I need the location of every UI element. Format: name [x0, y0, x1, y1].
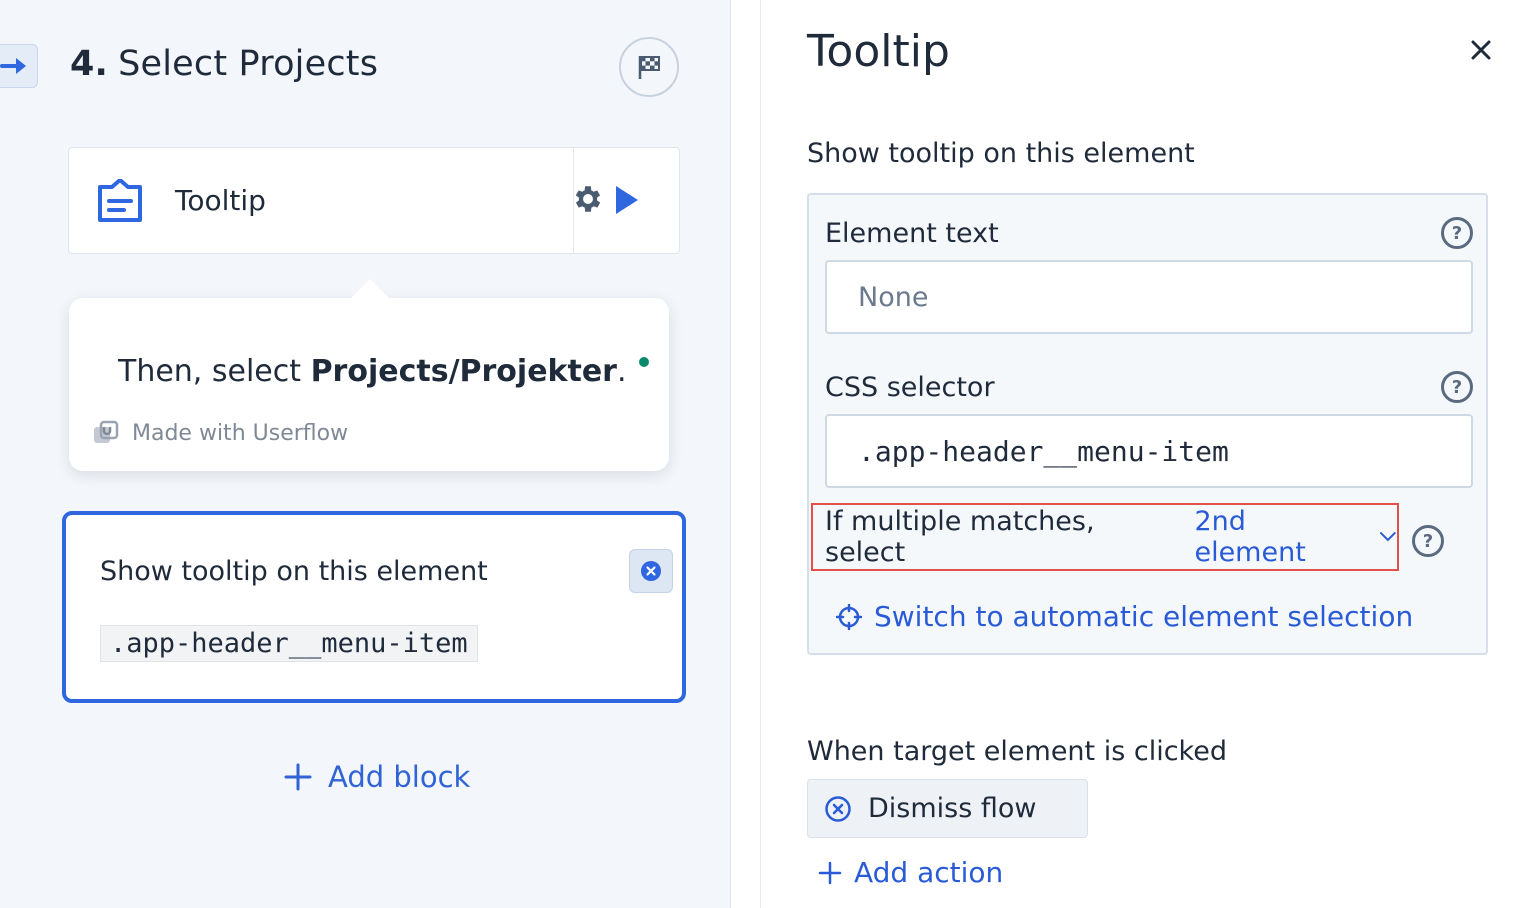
- close-circle-icon: [641, 561, 661, 581]
- close-icon[interactable]: [1467, 36, 1495, 64]
- dismiss-flow-action[interactable]: Dismiss flow: [807, 779, 1088, 838]
- panel-subtitle: Show tooltip on this element: [807, 138, 1195, 169]
- step-connector-tab[interactable]: [0, 44, 38, 88]
- multiple-matches-value: 2nd element: [1194, 506, 1306, 568]
- gear-icon[interactable]: [571, 182, 605, 216]
- tooltip-preview: Then, select Projects/Projekter. Made wi…: [69, 279, 669, 471]
- multiple-matches-row: If multiple matches, select 2nd element: [811, 503, 1399, 571]
- element-text-input[interactable]: None: [825, 260, 1473, 334]
- switch-automatic-selection-link[interactable]: Switch to automatic element selection: [836, 600, 1413, 633]
- css-selector-help-icon[interactable]: ?: [1441, 371, 1473, 403]
- plus-icon: [818, 861, 842, 884]
- block-divider: [573, 148, 574, 253]
- plus-icon: [284, 763, 312, 791]
- status-dot: [638, 357, 649, 367]
- goal-flag-button[interactable]: [619, 37, 679, 97]
- made-with-userflow[interactable]: Made with Userflow: [92, 419, 348, 447]
- chevron-down-icon: [1380, 532, 1397, 542]
- made-with-label: Made with Userflow: [132, 420, 349, 446]
- tooltip-caret: [350, 279, 390, 299]
- tooltip-message: Then, select Projects/Projekter.: [118, 354, 649, 389]
- userflow-logo-icon: [94, 420, 119, 443]
- checkered-flag-icon: [638, 56, 660, 79]
- multiple-matches-label: If multiple matches, select: [825, 506, 1095, 568]
- tooltip-block-card[interactable]: Tooltip: [68, 147, 680, 254]
- target-element-card[interactable]: Show tooltip on this element .app-header…: [62, 511, 686, 703]
- css-selector-input[interactable]: .app-header__menu-item: [825, 414, 1473, 488]
- step-title: 4. Select Projects: [70, 44, 378, 84]
- flow-editor-panel: 4. Select Projects Tooltip Then, select …: [0, 0, 731, 908]
- close-circle-outline-icon: [825, 795, 851, 822]
- panel-title: Tooltip: [807, 26, 950, 77]
- tooltip-icon: [98, 179, 142, 222]
- dismiss-flow-label: Dismiss flow: [868, 793, 1037, 824]
- multiple-matches-select[interactable]: 2nd element: [1194, 506, 1397, 568]
- css-selector-label: CSS selector: [825, 372, 995, 403]
- element-text-label: Element text: [825, 218, 999, 249]
- arrow-right-icon: [0, 58, 26, 74]
- remove-target-button[interactable]: [629, 549, 673, 593]
- target-title: Show tooltip on this element: [100, 556, 488, 587]
- element-selection-box: Element text ? None CSS selector ? .app-…: [807, 193, 1488, 655]
- crosshair-icon: [836, 603, 862, 630]
- add-action-label: Add action: [854, 856, 1004, 889]
- element-text-help-icon[interactable]: ?: [1441, 217, 1473, 249]
- add-block-button[interactable]: Add block: [284, 760, 470, 794]
- tooltip-settings-panel: Tooltip Show tooltip on this element Ele…: [760, 0, 1518, 908]
- switch-label: Switch to automatic element selection: [874, 600, 1414, 633]
- block-label: Tooltip: [175, 184, 266, 217]
- message-text: Then, select: [118, 354, 311, 389]
- clicked-section-label: When target element is clicked: [807, 736, 1227, 767]
- message-bold-text: Projects/Projekter: [310, 354, 617, 389]
- add-action-button[interactable]: Add action: [818, 856, 1003, 889]
- target-selector-code: .app-header__menu-item: [100, 625, 478, 662]
- step-number: 4.: [70, 44, 109, 84]
- step-name: Select Projects: [118, 44, 379, 84]
- add-block-label: Add block: [328, 760, 471, 794]
- play-icon[interactable]: [612, 183, 642, 217]
- message-end: .: [616, 354, 627, 389]
- multiple-matches-help-icon[interactable]: ?: [1412, 525, 1444, 557]
